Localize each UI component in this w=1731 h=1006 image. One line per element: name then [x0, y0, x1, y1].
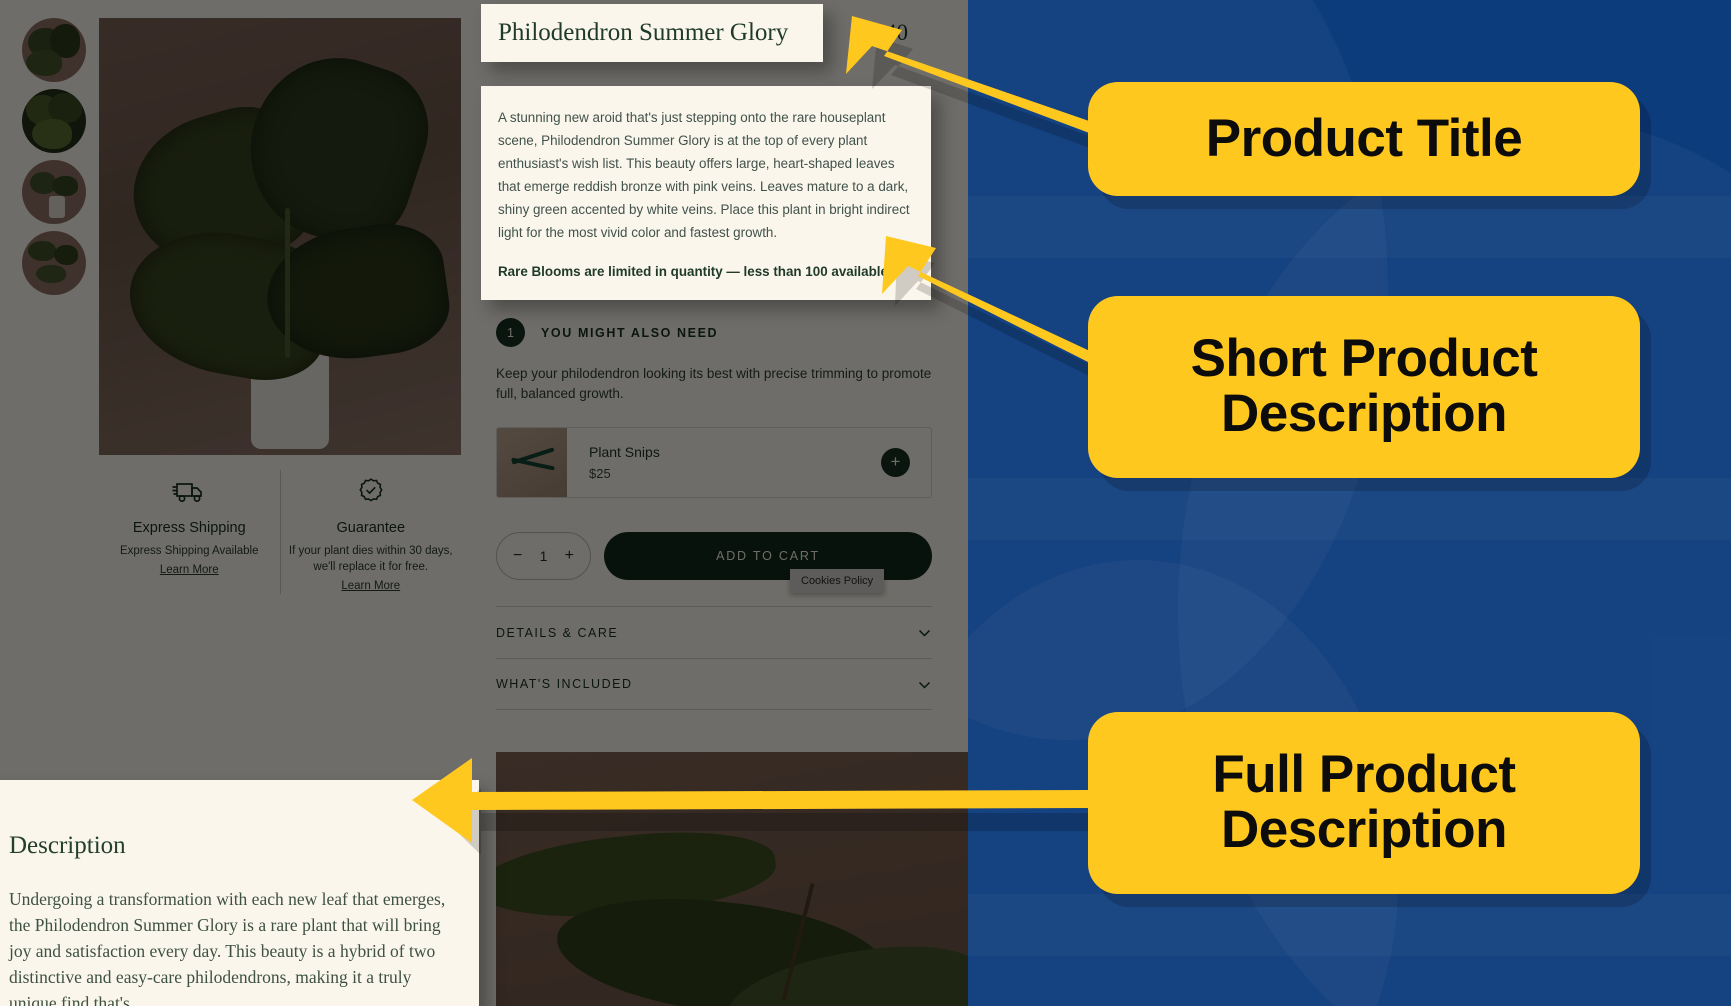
description-heading: Description — [9, 832, 126, 859]
quantity-increment-button[interactable]: + — [565, 547, 574, 565]
decorative-band — [968, 894, 1731, 956]
perk-learn-more-link[interactable]: Learn More — [341, 580, 400, 592]
product-hero-image[interactable] — [99, 18, 461, 455]
callout-full-description: Full Product Description — [1088, 712, 1640, 894]
accordion-list: DETAILS & CARE WHAT'S INCLUDED — [496, 606, 932, 710]
step-number-badge: 1 — [496, 318, 525, 347]
callout-label-line1: Short Product — [1190, 329, 1538, 389]
delivery-truck-icon — [105, 476, 274, 508]
perk-subtitle: If your plant dies within 30 days, we'll… — [288, 545, 453, 573]
upsell-subtext: Keep your philodendron looking its best … — [496, 366, 932, 402]
verified-badge-icon — [287, 476, 456, 508]
perk-title: Express Shipping — [132, 520, 246, 536]
plant-snips-thumbnail — [497, 427, 567, 497]
screenshot-root: Express Shipping Express Shipping Availa… — [0, 0, 1731, 1006]
highlight-full-description-card: Description Undergoing a transformation … — [0, 780, 479, 1006]
short-description-text: A stunning new aroid that's just steppin… — [498, 110, 910, 241]
upsell-product-name: Plant Snips — [589, 443, 660, 460]
chevron-down-icon — [917, 677, 932, 692]
perks-row: Express Shipping Express Shipping Availa… — [99, 470, 461, 594]
upsell-section: 1 YOU MIGHT ALSO NEED Keep your philoden… — [496, 318, 932, 498]
upsell-product-info: Plant Snips $25 — [567, 444, 881, 481]
callout-label-line2: Description — [1220, 800, 1508, 859]
scarcity-note: Rare Blooms are limited in quantity — le… — [498, 264, 893, 280]
upsell-heading: YOU MIGHT ALSO NEED — [541, 325, 719, 340]
thumbnail-3[interactable] — [22, 160, 86, 224]
callout-product-title: Product Title — [1088, 82, 1640, 196]
add-upsell-plus-icon[interactable]: + — [881, 447, 910, 477]
stem-shape — [285, 208, 290, 358]
accordion-label: DETAILS & CARE — [496, 625, 619, 640]
highlight-product-title-card: Philodendron Summer Glory — [481, 4, 823, 62]
perk-guarantee: Guarantee If your plant dies within 30 d… — [279, 470, 462, 594]
quantity-decrement-button[interactable]: − — [513, 547, 522, 565]
product-title: Philodendron Summer Glory — [498, 19, 789, 46]
chevron-down-icon — [917, 625, 932, 640]
highlight-short-description-card: A stunning new aroid that's just steppin… — [481, 86, 931, 300]
perk-learn-more-link[interactable]: Learn More — [160, 564, 219, 576]
quantity-stepper[interactable]: − 1 + — [496, 532, 591, 580]
description-body: Undergoing a transformation with each ne… — [9, 889, 446, 1006]
accordion-whats-included[interactable]: WHAT'S INCLUDED — [496, 658, 932, 710]
thumbnail-2[interactable] — [22, 89, 86, 153]
upsell-product-price: $25 — [589, 465, 611, 481]
thumbnail-1[interactable] — [22, 18, 86, 82]
cookies-policy-tooltip[interactable]: Cookies Policy — [790, 569, 885, 593]
upsell-header: 1 YOU MIGHT ALSO NEED — [496, 318, 932, 347]
perk-title: Guarantee — [336, 520, 406, 536]
perk-express-shipping: Express Shipping Express Shipping Availa… — [99, 470, 280, 594]
callout-label-line1: Full Product — [1212, 745, 1516, 805]
callout-short-description: Short Product Description — [1088, 296, 1640, 478]
callout-label: Product Title — [1205, 108, 1523, 168]
upsell-product-card[interactable]: Plant Snips $25 + — [496, 426, 932, 498]
accordion-details-and-care[interactable]: DETAILS & CARE — [496, 606, 932, 658]
decorative-band — [968, 478, 1731, 540]
quantity-value: 1 — [539, 548, 548, 564]
thumbnail-4[interactable] — [22, 231, 86, 295]
callout-label-line2: Description — [1220, 384, 1508, 443]
accordion-label: WHAT'S INCLUDED — [496, 677, 633, 691]
thumbnail-rail[interactable] — [22, 18, 86, 302]
perk-subtitle: Express Shipping Available — [119, 545, 259, 557]
product-price: $140 — [862, 20, 908, 45]
bottom-plant-image — [496, 752, 968, 1006]
decorative-band — [968, 196, 1731, 258]
